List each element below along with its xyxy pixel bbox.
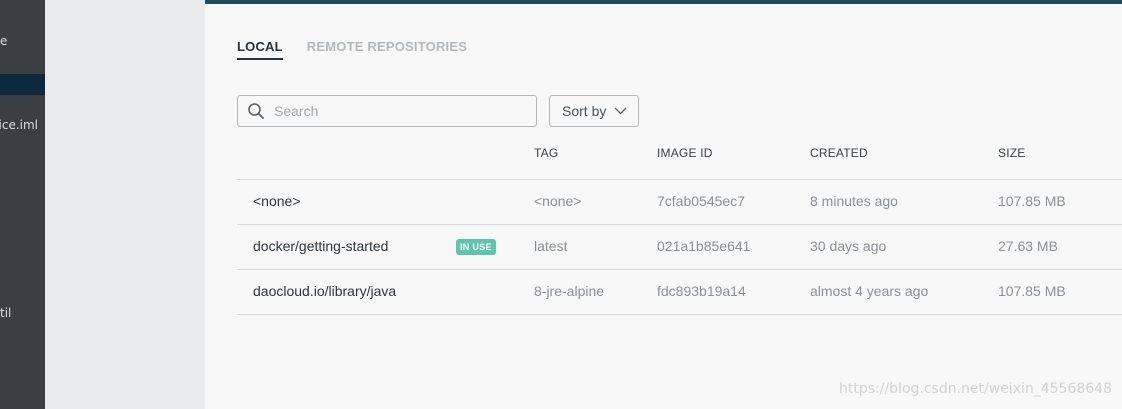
image-name: <none>: [253, 193, 301, 209]
tab-bar: LOCAL REMOTE REPOSITORIES: [237, 39, 467, 60]
column-header-created[interactable]: CREATED: [810, 146, 868, 160]
images-panel: LOCAL REMOTE REPOSITORIES Sort by TAG IM…: [205, 0, 1122, 409]
image-tag: latest: [534, 238, 568, 254]
column-header-image-id[interactable]: IMAGE ID: [657, 146, 713, 160]
image-created: 30 days ago: [810, 238, 887, 254]
image-name: daocloud.io/library/java: [253, 283, 397, 299]
in-use-badge: IN USE: [456, 239, 496, 255]
table-row[interactable]: docker/getting-started IN USE latest 021…: [237, 225, 1122, 270]
tab-local[interactable]: LOCAL: [237, 39, 283, 60]
image-id: 7cfab0545ec7: [657, 193, 745, 209]
ide-project-panel: e vice.iml til: [0, 0, 45, 409]
image-size: 107.85 MB: [998, 283, 1066, 299]
image-size: 107.85 MB: [998, 193, 1066, 209]
column-header-size[interactable]: SIZE: [998, 146, 1025, 160]
top-accent-bar: [205, 0, 1122, 4]
sort-by-label: Sort by: [562, 103, 607, 119]
image-size: 27.63 MB: [998, 238, 1058, 254]
docker-sidebar: [45, 0, 205, 409]
search-box[interactable]: [237, 95, 537, 127]
image-id: fdc893b19a14: [657, 283, 746, 299]
image-id: 021a1b85e641: [657, 238, 751, 254]
sort-by-dropdown[interactable]: Sort by: [549, 95, 639, 127]
image-name: docker/getting-started: [253, 238, 389, 254]
ide-tree-selected-row[interactable]: [0, 74, 45, 95]
ide-tree-item[interactable]: e: [0, 34, 7, 48]
watermark-text: https://blog.csdn.net/weixin_45568648: [838, 381, 1112, 397]
table-row[interactable]: <none> <none> 7cfab0545ec7 8 minutes ago…: [237, 180, 1122, 225]
image-created: almost 4 years ago: [810, 283, 929, 299]
image-tag: <none>: [534, 193, 582, 209]
column-header-tag[interactable]: TAG: [534, 146, 558, 160]
table-header: TAG IMAGE ID CREATED SIZE: [237, 134, 1122, 180]
ide-tree-item[interactable]: til: [0, 306, 11, 320]
ide-tree-item[interactable]: vice.iml: [0, 118, 38, 132]
cropped-glyph: [83, 0, 97, 2]
image-tag: 8-jre-alpine: [534, 283, 605, 299]
image-created: 8 minutes ago: [810, 193, 898, 209]
search-icon: [238, 96, 274, 126]
table-row[interactable]: daocloud.io/library/java 8-jre-alpine fd…: [237, 270, 1122, 315]
search-input[interactable]: [274, 103, 524, 119]
tab-remote-repositories[interactable]: REMOTE REPOSITORIES: [307, 39, 467, 60]
chevron-down-icon: [614, 107, 627, 115]
